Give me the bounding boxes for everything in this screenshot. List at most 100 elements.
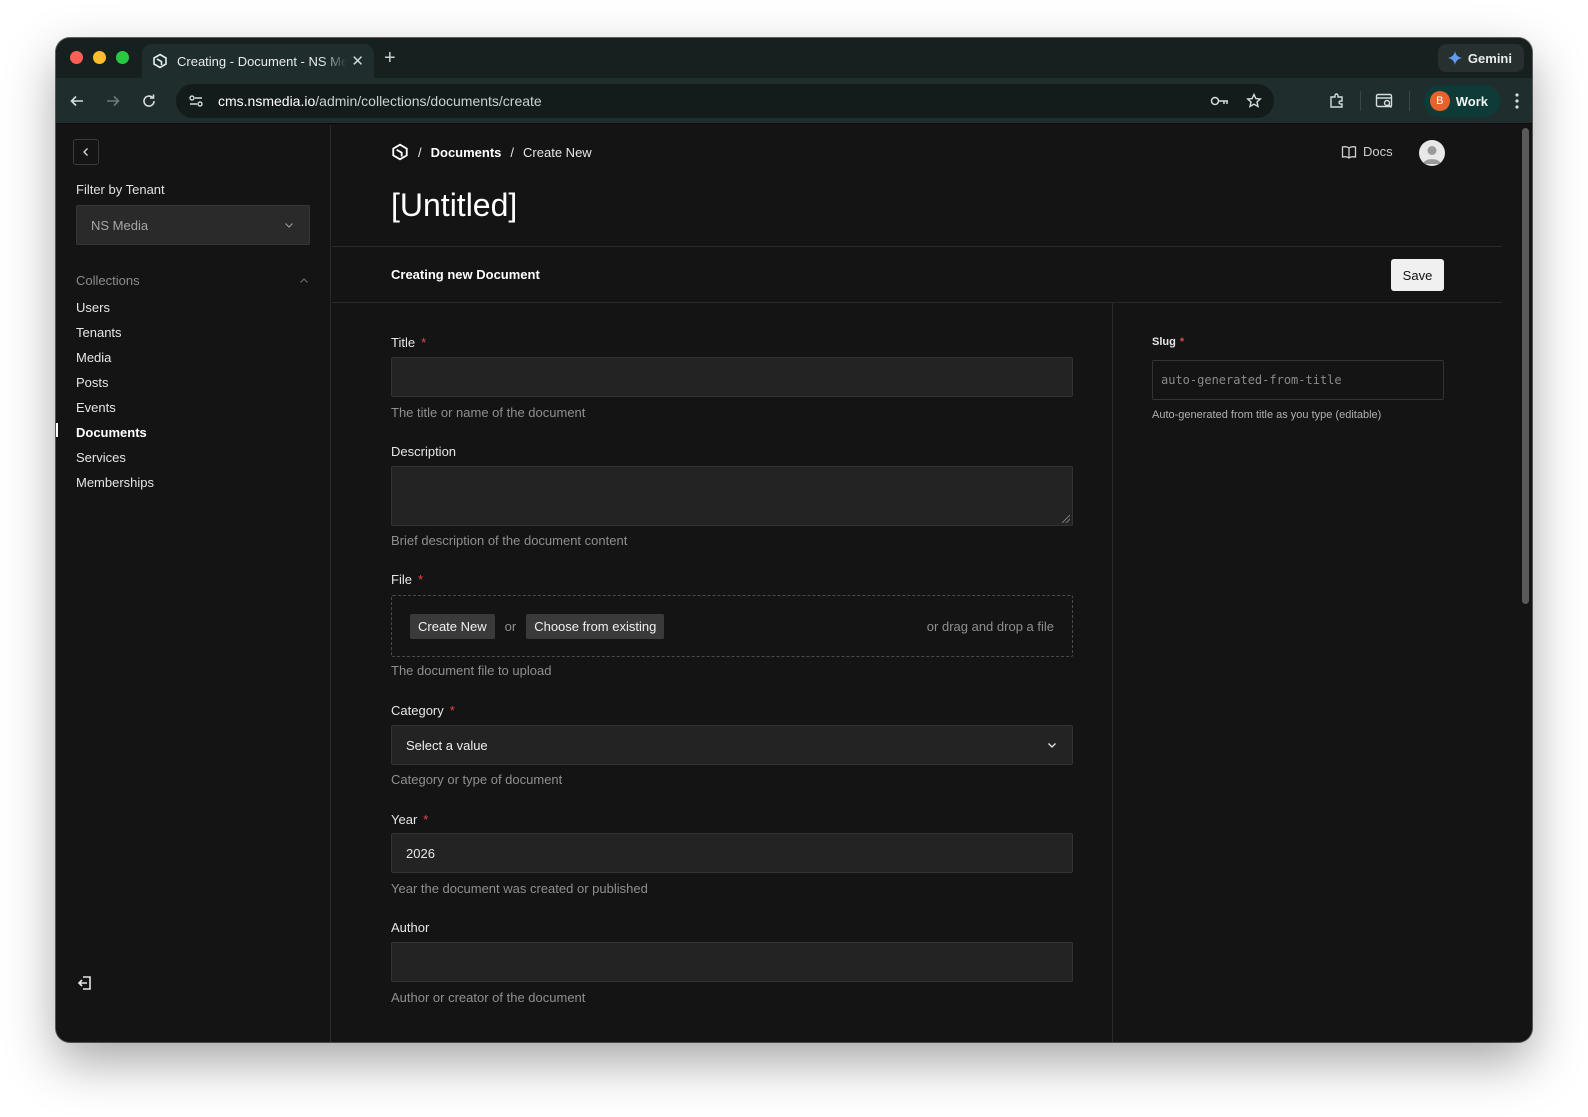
- chevron-down-icon: [285, 223, 293, 228]
- category-select[interactable]: Select a value: [391, 725, 1073, 765]
- sidebar-item-media[interactable]: Media: [76, 349, 154, 374]
- user-avatar[interactable]: [1419, 140, 1445, 166]
- sidebar-item-tenants[interactable]: Tenants: [76, 324, 154, 349]
- sidebar: Filter by Tenant NS Media Collections Us…: [56, 125, 331, 1042]
- category-label: Category *: [391, 703, 455, 718]
- docs-label: Docs: [1363, 144, 1393, 159]
- maximize-window-button[interactable]: [116, 51, 129, 64]
- resize-handle-icon[interactable]: [1062, 515, 1070, 523]
- payload-logo-icon[interactable]: [391, 143, 409, 161]
- divider: [332, 246, 1502, 247]
- sidebar-item-users[interactable]: Users: [76, 299, 154, 324]
- book-icon: [1341, 145, 1357, 159]
- profile-label: Work: [1455, 93, 1488, 109]
- scrollbar-thumb[interactable]: [1522, 128, 1529, 604]
- file-upload-dropzone[interactable]: Create New or Choose from existing or dr…: [391, 595, 1073, 657]
- gemini-sparkle-icon: [1447, 51, 1462, 65]
- address-bar[interactable]: cms.nsmedia.io/admin/collections/documen…: [176, 84, 1274, 118]
- toolbar-divider: [1408, 91, 1410, 111]
- form-subtitle: Creating new Document: [391, 267, 540, 282]
- gemini-label: Gemini: [1467, 50, 1512, 66]
- password-key-icon[interactable]: [1210, 94, 1230, 108]
- collections-nav: Users Tenants Media Posts Events Documen…: [76, 299, 154, 499]
- year-help: Year the document was created or publish…: [391, 881, 648, 896]
- slug-label: Slug *: [1152, 336, 1184, 348]
- year-label-text: Year: [391, 812, 418, 827]
- user-silhouette-icon: [1423, 146, 1441, 164]
- sidebar-item-memberships[interactable]: Memberships: [76, 474, 154, 499]
- drag-drop-hint: or drag and drop a file: [926, 618, 1054, 634]
- docs-link[interactable]: Docs: [1341, 144, 1393, 159]
- title-label-text: Title: [391, 335, 416, 350]
- bookmark-star-icon[interactable]: [1246, 93, 1262, 109]
- required-asterisk: *: [1179, 336, 1185, 348]
- profile-button[interactable]: B Work: [1423, 85, 1500, 117]
- tenant-select[interactable]: NS Media: [76, 205, 310, 245]
- slug-label-text: Slug: [1152, 336, 1176, 348]
- site-settings-icon[interactable]: [188, 93, 204, 109]
- new-tab-button[interactable]: +: [384, 47, 396, 70]
- description-label: Description: [391, 444, 457, 459]
- toolbar-divider: [1359, 91, 1361, 111]
- collections-heading: Collections: [76, 273, 140, 288]
- collections-group-toggle[interactable]: Collections: [76, 273, 310, 288]
- file-label: File *: [391, 572, 423, 587]
- title-help: The title or name of the document: [391, 405, 586, 420]
- sidebar-item-services[interactable]: Services: [76, 449, 154, 474]
- sidebar-panel-divider: [1112, 303, 1113, 1042]
- sidebar-item-posts[interactable]: Posts: [76, 374, 154, 399]
- browser-window: Creating - Document - NS Media ✕ + Gemin…: [56, 38, 1532, 1042]
- author-input[interactable]: [391, 942, 1073, 982]
- title-label: Title *: [391, 335, 426, 350]
- payload-logo-icon: [153, 53, 167, 69]
- slug-help: Auto-generated from title as you type (e…: [1152, 409, 1382, 421]
- extensions-puzzle-icon[interactable]: [1328, 92, 1346, 110]
- url-host: cms.nsmedia.io: [218, 93, 316, 109]
- breadcrumb-documents-link[interactable]: Documents: [431, 145, 502, 160]
- gemini-button[interactable]: Gemini: [1437, 44, 1524, 72]
- url-text[interactable]: cms.nsmedia.io/admin/collections/documen…: [218, 93, 542, 109]
- divider: [332, 302, 1502, 303]
- category-label-text: Category: [391, 703, 444, 718]
- create-new-file-button[interactable]: Create New: [410, 613, 495, 639]
- forward-arrow-icon[interactable]: [102, 90, 124, 112]
- author-label: Author: [391, 920, 430, 935]
- close-window-button[interactable]: [70, 51, 83, 64]
- tab-close-icon[interactable]: ✕: [351, 52, 364, 70]
- logout-icon: [77, 976, 91, 990]
- year-label: Year *: [391, 812, 428, 827]
- main-panel: / Documents / Create New Docs [Untitled]…: [332, 125, 1502, 1042]
- breadcrumb-separator: /: [418, 144, 422, 160]
- back-arrow-icon[interactable]: [66, 90, 88, 112]
- title-input[interactable]: [391, 357, 1073, 397]
- minimize-window-button[interactable]: [93, 51, 106, 64]
- chevron-down-icon: [1048, 743, 1056, 748]
- save-button[interactable]: Save: [1391, 259, 1444, 291]
- tenant-filter-label: Filter by Tenant: [76, 182, 165, 197]
- browser-menu-icon[interactable]: [1514, 92, 1520, 110]
- page-scrollbar[interactable]: [1502, 125, 1532, 1042]
- collapse-sidebar-button[interactable]: [73, 139, 99, 165]
- sidebar-item-events[interactable]: Events: [76, 399, 154, 424]
- tab-search-icon[interactable]: [1375, 92, 1395, 110]
- description-textarea[interactable]: [391, 466, 1073, 526]
- breadcrumb-separator: /: [510, 144, 515, 160]
- slug-input[interactable]: auto-generated-from-title: [1152, 360, 1444, 400]
- chevron-up-icon: [300, 277, 308, 283]
- breadcrumb-current: Create New: [523, 144, 592, 160]
- category-select-value: Select a value: [406, 737, 488, 753]
- page-content: Filter by Tenant NS Media Collections Us…: [56, 125, 1532, 1042]
- sidebar-item-documents[interactable]: Documents: [76, 424, 154, 449]
- logout-button[interactable]: [76, 974, 94, 997]
- file-help: The document file to upload: [391, 663, 552, 678]
- or-text: or: [504, 618, 517, 634]
- reload-icon[interactable]: [138, 90, 160, 112]
- page-title: [Untitled]: [391, 187, 518, 223]
- choose-existing-button[interactable]: Choose from existing: [526, 613, 665, 639]
- required-asterisk: *: [421, 335, 427, 350]
- year-input[interactable]: 2026: [391, 833, 1073, 873]
- category-help: Category or type of document: [391, 772, 563, 787]
- required-asterisk: *: [417, 572, 424, 587]
- active-item-indicator: [56, 423, 58, 437]
- browser-tab[interactable]: Creating - Document - NS Media ✕: [142, 44, 374, 78]
